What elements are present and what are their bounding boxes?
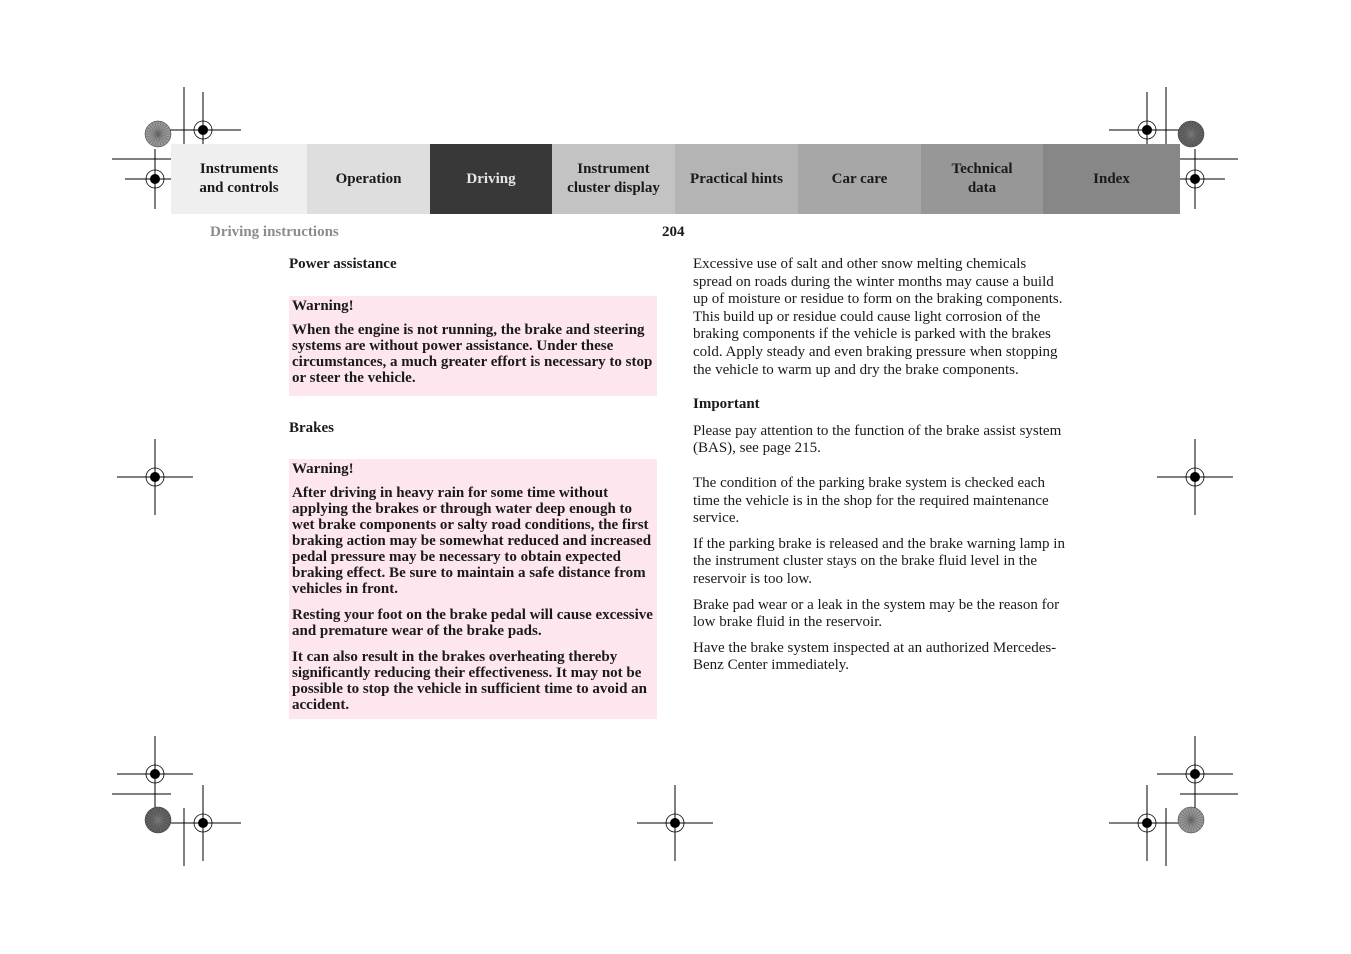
- warning-text: When the engine is not running, the brak…: [292, 321, 653, 386]
- tab-label: Technical data: [951, 161, 1013, 196]
- tab-label: Index: [1093, 170, 1130, 187]
- running-head: Driving instructions: [210, 224, 339, 240]
- chapter-tabs: Instruments and controls Operation Drivi…: [171, 144, 1180, 214]
- tab-car-care[interactable]: Car care: [798, 144, 921, 214]
- tab-instruments-and-controls[interactable]: Instruments and controls: [171, 144, 307, 214]
- warning-text: After driving in heavy rain for some tim…: [292, 485, 652, 598]
- power-warning-box: Warning! When the engine is not running,…: [289, 295, 657, 396]
- tab-label: Instrument cluster display: [567, 161, 660, 196]
- right-column: Excessive use of salt and other snow mel…: [693, 256, 1065, 675]
- important-text: Please pay attention to the function of …: [693, 422, 1062, 457]
- salt-paragraph: Excessive use of salt and other snow mel…: [693, 256, 1063, 378]
- warning-title: Warning!: [292, 297, 354, 314]
- warning-text: It can also result in the brakes overhea…: [292, 649, 647, 714]
- tab-practical-hints[interactable]: Practical hints: [675, 144, 798, 214]
- brakes-heading: Brakes: [289, 419, 334, 436]
- page-number: 204: [662, 224, 685, 240]
- tab-index[interactable]: Index: [1043, 144, 1180, 214]
- power-assistance-heading: Power assistance: [289, 256, 397, 272]
- tab-operation[interactable]: Operation: [307, 144, 430, 214]
- tab-label: Practical hints: [690, 170, 783, 187]
- tab-label: Instruments and controls: [199, 161, 279, 196]
- tab-driving[interactable]: Driving: [430, 144, 552, 214]
- left-column: Power assistance Warning! When the engin…: [289, 256, 657, 720]
- tab-instrument-cluster-display[interactable]: Instrument cluster display: [552, 144, 675, 214]
- tab-label: Driving: [466, 170, 516, 187]
- body-paragraph: If the parking brake is released and the…: [693, 535, 1065, 587]
- tab-label: Operation: [335, 170, 402, 187]
- body-paragraph: Brake pad wear or a leak in the system m…: [693, 596, 1060, 631]
- brakes-warning-box: Warning! After driving in heavy rain for…: [289, 459, 657, 720]
- tab-label: Car care: [831, 170, 888, 187]
- body-paragraph: Have the brake system inspected at an au…: [693, 639, 1057, 674]
- warning-text: Resting your foot on the brake pedal wil…: [292, 607, 653, 640]
- body-paragraph: The condition of the parking brake syste…: [693, 474, 1049, 527]
- warning-title: Warning!: [292, 461, 354, 478]
- tab-technical-data[interactable]: Technical data: [921, 144, 1043, 214]
- important-heading: Important: [693, 396, 760, 413]
